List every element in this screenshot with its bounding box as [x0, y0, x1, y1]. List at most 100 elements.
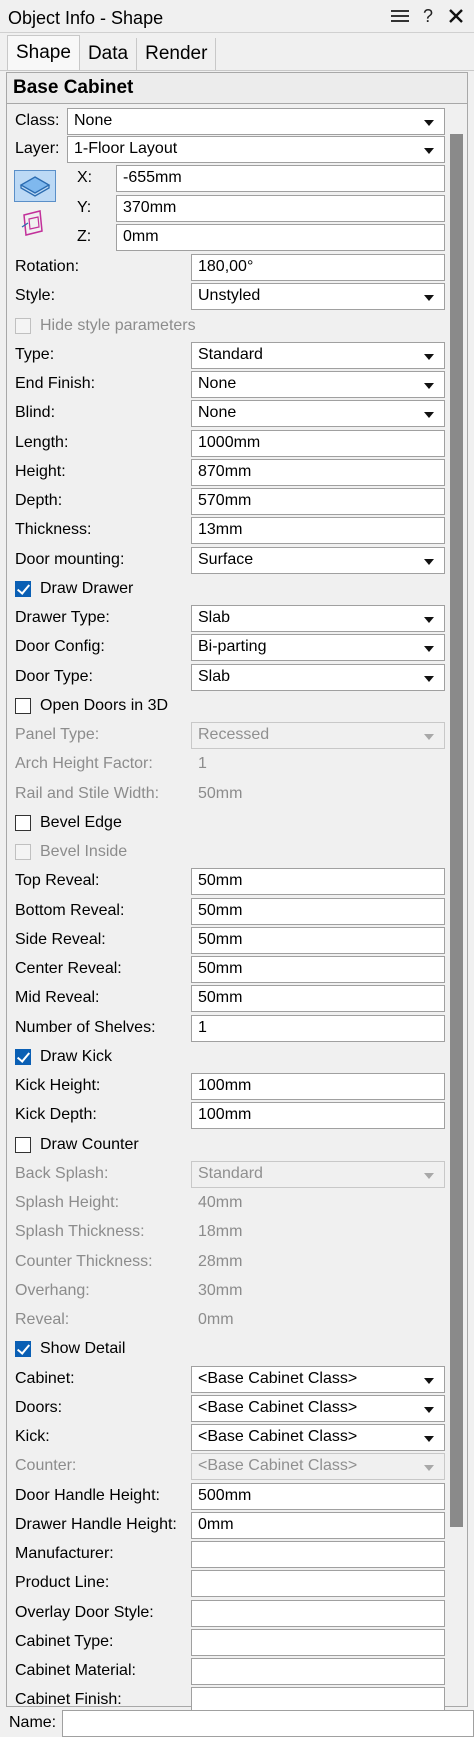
help-icon[interactable]: ? [414, 4, 442, 28]
door-config-dropdown[interactable]: Bi-parting [191, 634, 445, 661]
panel-type-dropdown: Recessed [191, 722, 445, 749]
style-dropdown[interactable]: Unstyled [191, 283, 445, 310]
style-value: Unstyled [198, 287, 261, 304]
product-line-label: Product Line: [15, 1574, 110, 1591]
class-dropdown[interactable]: None [67, 108, 445, 135]
manufacturer-field[interactable] [191, 1541, 445, 1568]
cabinet-dropdown[interactable]: <Base Cabinet Class> [191, 1366, 445, 1393]
kick-row: Kick: <Base Cabinet Class> [15, 1424, 445, 1452]
y-label: Y: [77, 199, 92, 216]
y-field[interactable]: 370mm [116, 195, 445, 222]
cabinet-label: Cabinet: [15, 1370, 75, 1387]
mid-reveal-row: Mid Reveal: 50mm [15, 985, 445, 1013]
vertical-scrollbar[interactable] [450, 134, 463, 1527]
x-field[interactable]: -655mm [116, 165, 445, 192]
z-row: Z: 0mm [15, 224, 445, 252]
length-row: Length: 1000mm [15, 430, 445, 458]
rail-and-stile-width-row: Rail and Stile Width: 50mm [15, 781, 445, 809]
chevron-down-icon [424, 412, 434, 418]
draw-kick-row: Draw Kick [15, 1044, 445, 1072]
draw-drawer-checkbox[interactable] [15, 581, 31, 597]
y-value: 370mm [123, 199, 177, 216]
counter-label: Counter: [15, 1457, 77, 1474]
door-mounting-label: Door mounting: [15, 551, 125, 568]
close-icon[interactable] [442, 4, 470, 28]
overhang-row: Overhang: 30mm [15, 1278, 445, 1306]
manufacturer-row: Manufacturer: [15, 1541, 445, 1569]
door-mounting-dropdown[interactable]: Surface [191, 547, 445, 574]
kick-height-field[interactable]: 100mm [191, 1073, 445, 1100]
rail-and-stile-width-label: Rail and Stile Width: [15, 785, 160, 802]
end-finish-value: None [198, 375, 237, 392]
z-field[interactable]: 0mm [116, 224, 445, 251]
doors-dropdown[interactable]: <Base Cabinet Class> [191, 1395, 445, 1422]
cabinet-material-field[interactable] [191, 1658, 445, 1685]
tab-bar: Shape Data Render [0, 33, 474, 71]
drawer-handle-height-row: Drawer Handle Height: 0mm [15, 1512, 445, 1540]
side-reveal-field[interactable]: 50mm [191, 927, 445, 954]
menu-icon[interactable] [386, 4, 414, 28]
draw-counter-checkbox[interactable] [15, 1137, 31, 1153]
x-label: X: [77, 169, 93, 186]
window-title: Object Info - Shape [8, 8, 164, 28]
object-type-header: Base Cabinet [6, 72, 468, 104]
rotation-value: 180,00° [198, 258, 254, 275]
chevron-down-icon [424, 295, 434, 301]
open-doors-in-3d-checkbox[interactable] [15, 698, 31, 714]
cabinet-type-field[interactable] [191, 1629, 445, 1656]
doors-label: Doors: [15, 1399, 63, 1416]
chevron-down-icon [424, 734, 434, 740]
center-reveal-label: Center Reveal: [15, 960, 122, 977]
thickness-field[interactable]: 13mm [191, 517, 445, 544]
length-field[interactable]: 1000mm [191, 430, 445, 457]
kick-height-label: Kick Height: [15, 1077, 101, 1094]
kick-dropdown[interactable]: <Base Cabinet Class> [191, 1424, 445, 1451]
door-type-dropdown[interactable]: Slab [191, 664, 445, 691]
overhang-label: Overhang: [15, 1282, 90, 1299]
bottom-reveal-field[interactable]: 50mm [191, 898, 445, 925]
overlay-door-style-label: Overlay Door Style: [15, 1604, 154, 1621]
end-finish-dropdown[interactable]: None [191, 371, 445, 398]
blind-dropdown[interactable]: None [191, 400, 445, 427]
overhang-value: 30mm [198, 1282, 243, 1299]
tab-data[interactable]: Data [80, 38, 138, 70]
kick-height-value: 100mm [198, 1077, 252, 1094]
drawer-type-row: Drawer Type: Slab [15, 605, 445, 633]
draw-kick-checkbox[interactable] [15, 1049, 31, 1065]
tab-render[interactable]: Render [137, 38, 217, 70]
center-reveal-field[interactable]: 50mm [191, 956, 445, 983]
name-field[interactable] [62, 1710, 474, 1737]
layer-dropdown[interactable]: 1-Floor Layout [67, 136, 445, 163]
drawer-handle-height-field[interactable]: 0mm [191, 1512, 445, 1539]
product-line-field[interactable] [191, 1570, 445, 1597]
show-detail-checkbox[interactable] [15, 1341, 31, 1357]
number-of-shelves-row: Number of Shelves: 1 [15, 1015, 445, 1043]
height-label: Height: [15, 463, 66, 480]
splash-height-label: Splash Height: [15, 1194, 120, 1211]
kick-depth-field[interactable]: 100mm [191, 1102, 445, 1129]
counter-thickness-label: Counter Thickness: [15, 1253, 153, 1270]
cabinet-row: Cabinet: <Base Cabinet Class> [15, 1366, 445, 1394]
end-finish-row: End Finish: None [15, 371, 445, 399]
rotation-field[interactable]: 180,00° [191, 254, 445, 281]
overlay-door-style-field[interactable] [191, 1600, 445, 1627]
door-handle-height-field[interactable]: 500mm [191, 1483, 445, 1510]
height-field[interactable]: 870mm [191, 459, 445, 486]
tab-shape[interactable]: Shape [7, 35, 80, 70]
chevron-down-icon [424, 1173, 434, 1179]
top-reveal-field[interactable]: 50mm [191, 868, 445, 895]
back-splash-row: Back Splash: Standard [15, 1161, 445, 1189]
open-doors-in-3d-row: Open Doors in 3D [15, 693, 445, 721]
depth-value: 570mm [198, 492, 252, 509]
mid-reveal-field[interactable]: 50mm [191, 985, 445, 1012]
depth-field[interactable]: 570mm [191, 488, 445, 515]
manufacturer-label: Manufacturer: [15, 1545, 114, 1562]
counter-value: <Base Cabinet Class> [198, 1457, 358, 1474]
bevel-edge-checkbox[interactable] [15, 815, 31, 831]
type-dropdown[interactable]: Standard [191, 342, 445, 369]
door-type-label: Door Type: [15, 668, 93, 685]
y-row: Y: 370mm [15, 195, 445, 223]
chevron-down-icon [424, 383, 434, 389]
number-of-shelves-field[interactable]: 1 [191, 1015, 445, 1042]
drawer-type-dropdown[interactable]: Slab [191, 605, 445, 632]
